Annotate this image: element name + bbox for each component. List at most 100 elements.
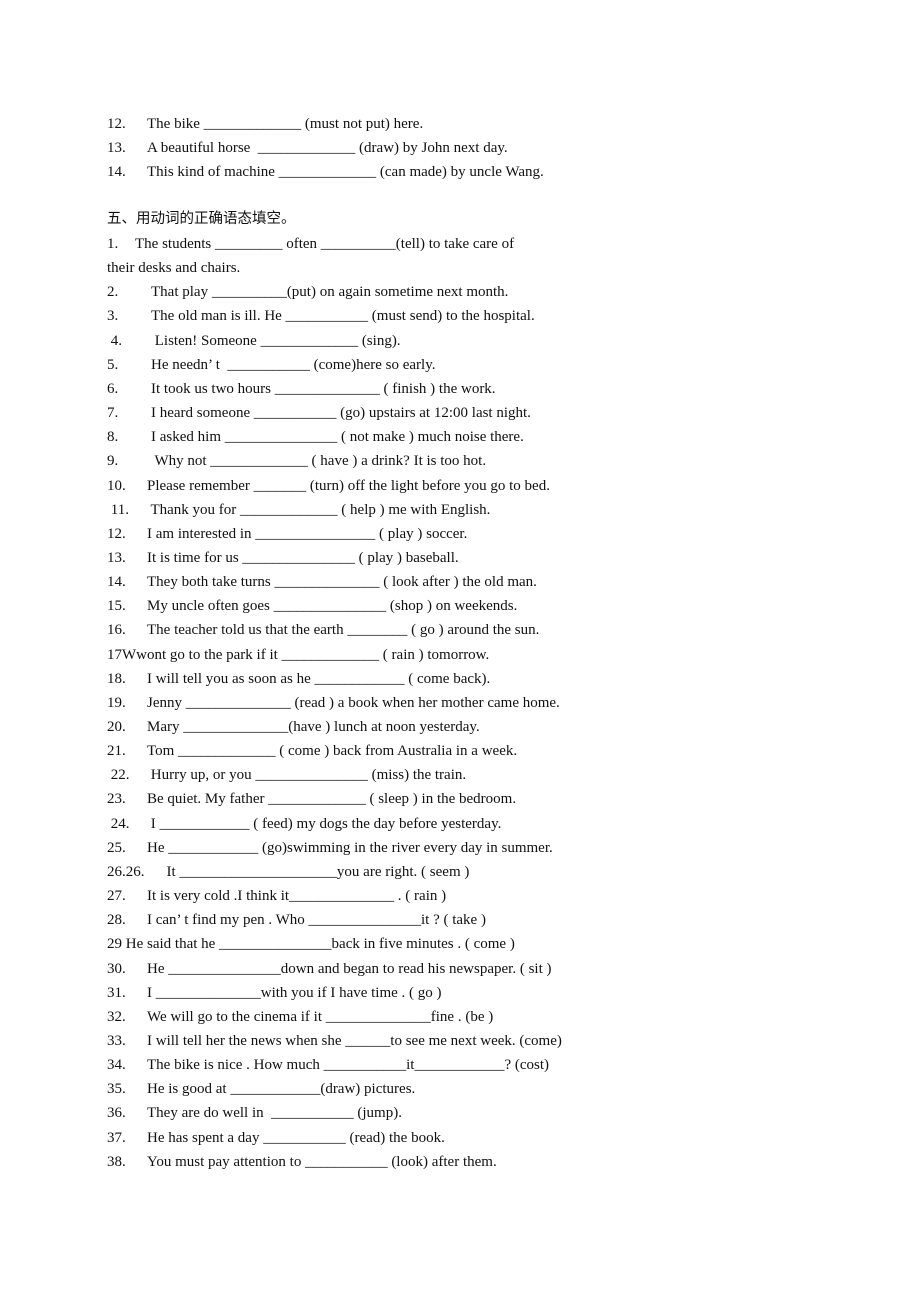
exercise-item: 27. It is very cold .I think it__________… <box>107 887 446 905</box>
item-number: 4. <box>107 332 122 349</box>
item-number: 26.26. <box>107 863 145 880</box>
item-text: The students _________ often __________(… <box>135 236 515 252</box>
item-text: He ____________ (go)swimming in the rive… <box>147 839 553 856</box>
item-text: That play __________(put) on again somet… <box>151 284 509 301</box>
exercise-item: their desks and chairs. <box>107 259 240 277</box>
item-number: 10. <box>107 477 126 494</box>
item-text: Jenny ______________ (read ) a book when… <box>147 694 560 711</box>
exercise-item: 13. A beautiful horse _____________ (draw… <box>107 139 508 157</box>
exercise-item: 12. The bike _____________ (must not put)… <box>107 115 423 133</box>
exercise-item: 38. You must pay attention to ___________… <box>107 1153 497 1171</box>
item-number: 19. <box>107 694 126 711</box>
item-number: 22. <box>107 767 130 784</box>
item-number: 12. <box>107 116 126 132</box>
item-number: 31. <box>107 984 126 1001</box>
item-text: It is very cold .I think it_____________… <box>147 888 447 905</box>
item-number: 38. <box>107 1153 126 1170</box>
exercise-item: 1. The students _________ often _________… <box>107 235 514 253</box>
item-text: Why not _____________ ( have ) a drink? … <box>151 453 487 470</box>
item-text: I asked him _______________ ( not make )… <box>151 429 524 446</box>
exercise-item: 2. That play __________(put) on again som… <box>107 283 508 301</box>
exercise-item: 25. He ____________ (go)swimming in the r… <box>107 839 553 857</box>
item-number: 5. <box>107 356 119 373</box>
item-number: 33. <box>107 1032 126 1049</box>
item-number: 32. <box>107 1008 126 1025</box>
exercise-item: 21. Tom _____________ ( come ) back from … <box>107 742 517 760</box>
item-number: 3. <box>107 308 119 325</box>
item-text: He has spent a day ___________ (read) th… <box>147 1129 445 1146</box>
exercise-item: 10. Please remember _______ (turn) off th… <box>107 477 550 495</box>
exercise-item: 16. The teacher told us that the earth __… <box>107 621 539 639</box>
item-text: I am interested in ________________ ( pl… <box>147 525 468 542</box>
exercise-item: 28. I can’ t find my pen . Who __________… <box>107 911 486 929</box>
section-heading: 五、用动词的正确语态填空。 <box>107 211 296 227</box>
item-text: He is good at ____________(draw) picture… <box>147 1081 416 1098</box>
item-text: I heard someone ___________ (go) upstair… <box>151 405 531 422</box>
exercise-item: 8. I asked him _______________ ( not make… <box>107 428 524 446</box>
exercise-item: 35. He is good at ____________(draw) pict… <box>107 1080 415 1098</box>
item-number: 16. <box>107 622 126 639</box>
exercise-item: 11. Thank you for _____________ ( help )… <box>107 501 491 519</box>
item-text: This kind of machine _____________ (can … <box>147 164 544 181</box>
item-text: He needn’ t ___________ (come)here so ea… <box>151 356 436 373</box>
item-text: their desks and chairs. <box>107 260 241 277</box>
exercise-item: 14. This kind of machine _____________ (c… <box>107 163 544 181</box>
exercise-item: 19. Jenny ______________ (read ) a book w… <box>107 694 560 712</box>
exercise-item: 15. My uncle often goes _______________ (… <box>107 597 517 615</box>
exercise-item: 7. I heard someone ___________ (go) upsta… <box>107 404 531 422</box>
exercise-item: 36. They are do well in ___________ (jump… <box>107 1104 402 1122</box>
item-text: Hurry up, or you _______________ (miss) … <box>147 767 467 784</box>
exercise-item: 29 He said that he _______________back i… <box>107 935 515 953</box>
item-text: The old man is ill. He ___________ (must… <box>151 308 535 325</box>
item-text: I will tell you as soon as he __________… <box>147 670 491 687</box>
item-number: 23. <box>107 791 126 808</box>
item-text: They both take turns ______________ ( lo… <box>147 574 537 591</box>
exercise-item: 9. Why not _____________ ( have ) a drin… <box>107 452 486 470</box>
item-text: A beautiful horse _____________ (draw) b… <box>147 140 508 157</box>
item-text: My uncle often goes _______________ (sho… <box>147 598 518 615</box>
item-text: Thank you for _____________ ( help ) me … <box>147 501 491 518</box>
item-number: 21. <box>107 743 126 760</box>
item-number: 28. <box>107 912 126 929</box>
item-number: 12. <box>107 525 126 542</box>
item-number: 37. <box>107 1129 126 1146</box>
item-number: 27. <box>107 888 126 905</box>
item-text: You must pay attention to ___________ (l… <box>147 1153 497 1170</box>
exercise-item: 31. I ______________with you if I have ti… <box>107 984 442 1002</box>
exercise-item: 18. I will tell you as soon as he _______… <box>107 670 490 688</box>
exercise-item: 33. I will tell her the news when she ___… <box>107 1032 562 1050</box>
item-number: 13. <box>107 549 126 566</box>
item-number: 35. <box>107 1081 126 1098</box>
item-number: 18. <box>107 670 126 687</box>
exercise-item: 17Wwont go to the park if it ___________… <box>107 646 489 664</box>
exercise-item: 37. He has spent a day ___________ (read)… <box>107 1129 445 1147</box>
item-number: 36. <box>107 1105 126 1122</box>
item-number: 6. <box>107 380 119 397</box>
item-text: I ____________ ( feed) my dogs the day b… <box>147 815 502 832</box>
item-text: We will go to the cinema if it _________… <box>147 1008 494 1025</box>
item-text: 17Wwont go to the park if it ___________… <box>107 646 490 663</box>
item-text: I ______________with you if I have time … <box>147 984 442 1001</box>
item-text: They are do well in ___________ (jump). <box>147 1105 402 1122</box>
worksheet-page: 12. The bike _____________ (must not put)… <box>0 0 920 1302</box>
item-number: 20. <box>107 719 126 735</box>
item-number: 2. <box>107 284 119 301</box>
exercise-item: 6. It took us two hours ______________ ( … <box>107 380 496 398</box>
item-number: 14. <box>107 164 126 181</box>
item-number: 7. <box>107 405 119 422</box>
exercise-item: 22. Hurry up, or you _______________ (mi… <box>107 766 466 784</box>
item-text: It is time for us _______________ ( play… <box>147 549 459 566</box>
item-text: It _____________________you are right. (… <box>159 863 470 880</box>
item-text: I can’ t find my pen . Who _____________… <box>147 912 486 929</box>
item-number: 30. <box>107 960 126 977</box>
item-number: 15. <box>107 598 126 615</box>
item-text: Please remember _______ (turn) off the l… <box>147 477 550 494</box>
item-text: Be quiet. My father _____________ ( slee… <box>147 791 517 808</box>
exercise-item: 5. He needn’ t ___________ (come)here so … <box>107 356 435 374</box>
item-text: Listen! Someone _____________ (sing). <box>151 332 401 349</box>
exercise-item: 30. He _______________down and began to r… <box>107 960 552 978</box>
exercise-item: 20. Mary ______________(have ) lunch at n… <box>107 718 480 736</box>
item-number: 1. <box>107 236 119 252</box>
item-text: I will tell her the news when she ______… <box>147 1032 562 1049</box>
exercise-item: 24. I ____________ ( feed) my dogs the d… <box>107 815 502 833</box>
